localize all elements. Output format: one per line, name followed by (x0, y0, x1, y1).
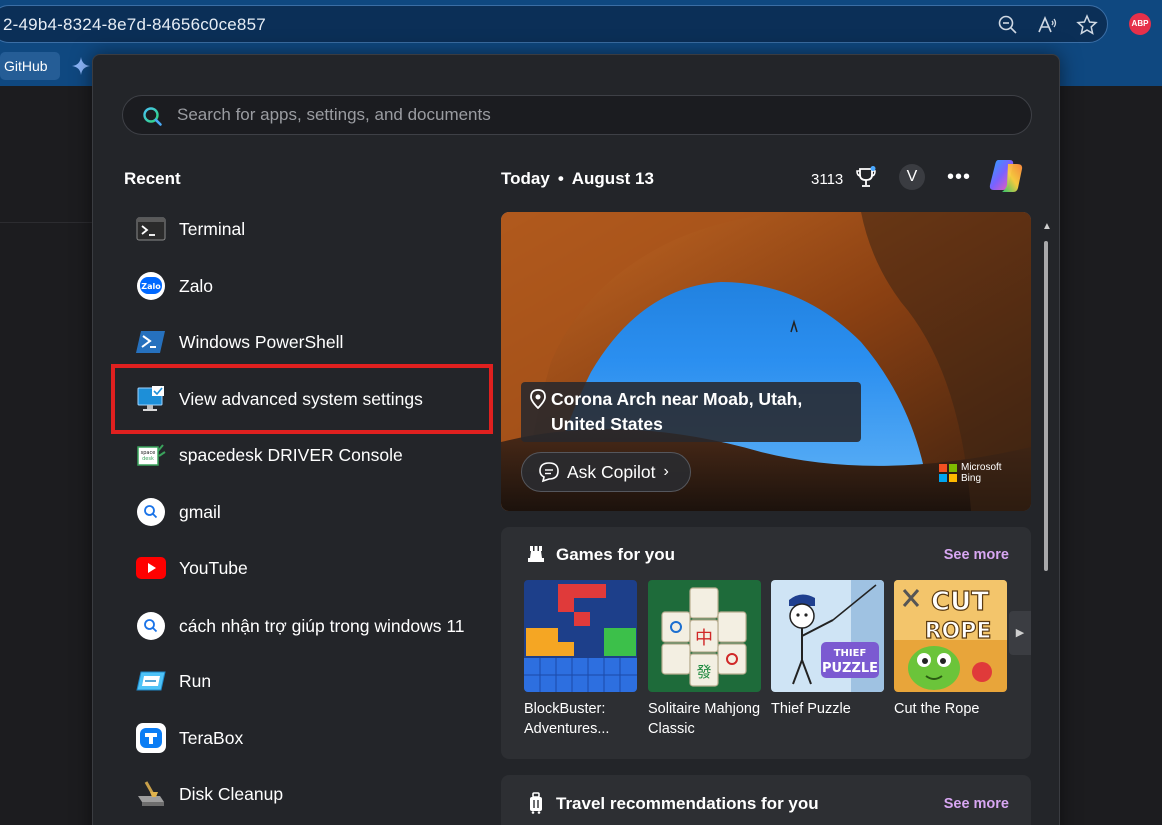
recent-item-run[interactable]: Run (123, 659, 483, 703)
travel-see-more-link[interactable]: See more (944, 796, 1009, 812)
ask-copilot-label: Ask Copilot (567, 461, 656, 482)
terabox-icon (135, 722, 167, 754)
chevron-right-icon: › (663, 463, 669, 480)
game-name: Thief Puzzle (771, 701, 851, 717)
game-art: CUT ROPE (894, 580, 1007, 692)
favorite-star-icon[interactable] (1076, 14, 1098, 36)
recent-item-disk-cleanup[interactable]: Disk Cleanup (123, 772, 483, 816)
game-art: 中 發 (648, 580, 761, 692)
zalo-icon: Zalo (135, 270, 167, 302)
user-avatar[interactable]: V (899, 164, 925, 190)
chat-bubble-icon (539, 462, 559, 483)
recent-item-zalo[interactable]: Zalo Zalo (123, 264, 483, 308)
location-text: Corona Arch near Moab, Utah, United Stat… (551, 389, 803, 434)
games-see-more-link[interactable]: See more (944, 547, 1009, 563)
travel-title: Travel recommendations for you (556, 794, 819, 813)
spacedesk-icon: space desk (135, 439, 167, 471)
bookmark-github[interactable]: GitHub (0, 52, 60, 80)
recent-item-gmail-search[interactable]: gmail (123, 490, 483, 534)
game-art: THIEF PUZZLE (771, 580, 884, 692)
microsoft-bing-logo: Microsoft Bing (939, 462, 1009, 486)
svg-text:THIEF: THIEF (834, 648, 867, 659)
game-name: BlockBuster: Adventures... (524, 701, 610, 737)
game-name: Cut the Rope (894, 701, 980, 717)
recent-item-label: spacedesk DRIVER Console (179, 444, 403, 465)
recent-item-label: Terminal (179, 218, 246, 239)
recent-item-label: cách nhận trợ giúp trong windows 11 (179, 615, 465, 636)
recent-item-label: Zalo (179, 275, 214, 296)
search-box[interactable] (122, 95, 1032, 135)
read-aloud-icon[interactable] (1036, 14, 1058, 36)
recent-item-help-search[interactable]: cách nhận trợ giúp trong windows 11 (123, 604, 483, 648)
recent-item-terminal[interactable]: Terminal (123, 207, 483, 251)
svg-text:PUZZLE: PUZZLE (822, 661, 878, 676)
luggage-icon (530, 792, 542, 814)
recent-item-powershell[interactable]: Windows PowerShell (123, 320, 483, 364)
rewards-trophy-icon[interactable] (855, 166, 877, 190)
svg-text:ROPE: ROPE (925, 619, 992, 644)
location-caption[interactable]: Corona Arch near Moab, Utah, United Stat… (521, 382, 861, 442)
recent-item-advanced-system-settings[interactable]: View advanced system settings (123, 377, 483, 421)
zoom-out-icon[interactable] (997, 14, 1019, 36)
location-pin-icon (530, 389, 546, 409)
today-header: Today • August 13 (501, 169, 654, 189)
search-input[interactable] (177, 96, 997, 134)
games-title: Games for you (556, 545, 676, 564)
game-tile-blockbuster[interactable]: BlockBuster: Adventures... (524, 580, 637, 739)
url-text[interactable]: 2-49b4-8324-8e7d-84656c0ce857 (3, 15, 266, 35)
recent-heading: Recent (124, 169, 181, 188)
copilot-icon[interactable] (986, 156, 1026, 196)
travel-card: Travel recommendations for you See more (501, 775, 1031, 825)
bing-wallpaper-card[interactable]: Corona Arch near Moab, Utah, United Stat… (501, 212, 1031, 511)
system-settings-icon (135, 383, 167, 415)
recent-item-label: YouTube (179, 557, 248, 578)
svg-text:中: 中 (695, 628, 713, 649)
game-tile-thief-puzzle[interactable]: THIEF PUZZLE Thief Puzzle (771, 580, 884, 719)
rewards-points[interactable]: 3113 (811, 171, 843, 188)
copilot-sparkle-icon[interactable] (71, 56, 91, 76)
recent-item-terabox[interactable]: TeraBox (123, 716, 483, 760)
today-date: August 13 (571, 169, 654, 188)
recent-item-spacedesk[interactable]: space desk spacedesk DRIVER Console (123, 433, 483, 477)
chess-piece-icon (528, 546, 544, 562)
terminal-icon (135, 213, 167, 245)
youtube-icon (135, 552, 167, 584)
ask-copilot-button[interactable]: Ask Copilot › (521, 452, 691, 492)
recent-item-label: Windows PowerShell (179, 331, 344, 352)
game-name: Solitaire Mahjong Classic (648, 701, 761, 737)
web-search-icon (135, 610, 167, 642)
web-search-icon (135, 496, 167, 528)
game-tile-cut-the-rope[interactable]: CUT ROPE Cut the Rope (894, 580, 1007, 719)
adblock-plus-icon[interactable]: ABP (1129, 13, 1151, 35)
svg-text:CUT: CUT (931, 587, 989, 617)
more-options-icon[interactable]: ••• (947, 166, 971, 189)
disk-cleanup-icon (135, 778, 167, 810)
recent-item-label: Disk Cleanup (179, 783, 284, 804)
recent-item-label: Run (179, 670, 212, 691)
address-bar[interactable]: 2-49b4-8324-8e7d-84656c0ce857 (0, 5, 1108, 43)
svg-text:發: 發 (696, 663, 711, 681)
games-card: Games for you See more BlockBuster: Adve… (501, 527, 1031, 759)
today-label: Today (501, 169, 550, 188)
powershell-icon (135, 326, 167, 358)
game-tile-mahjong[interactable]: 中 發 Solitaire Mahjong Classic (648, 580, 761, 739)
bing-logo-text: Microsoft Bing (961, 462, 1002, 484)
run-icon (135, 665, 167, 697)
scroll-up-arrow-icon[interactable]: ▲ (1042, 221, 1052, 232)
start-menu-panel: Recent Terminal Zalo (92, 54, 1060, 825)
scrollbar-thumb[interactable] (1044, 241, 1048, 571)
search-icon (143, 107, 162, 126)
separator-dot: • (557, 169, 564, 188)
recent-item-youtube[interactable]: YouTube (123, 546, 483, 590)
recent-item-label: TeraBox (179, 727, 244, 748)
recent-item-label: gmail (179, 501, 221, 522)
microsoft-logo-icon (939, 464, 957, 482)
game-art (524, 580, 637, 692)
svg-text:Zalo: Zalo (141, 282, 161, 291)
recent-item-label: View advanced system settings (179, 388, 423, 409)
games-next-arrow-icon[interactable]: ▶ (1009, 611, 1031, 655)
svg-text:desk: desk (142, 456, 154, 462)
